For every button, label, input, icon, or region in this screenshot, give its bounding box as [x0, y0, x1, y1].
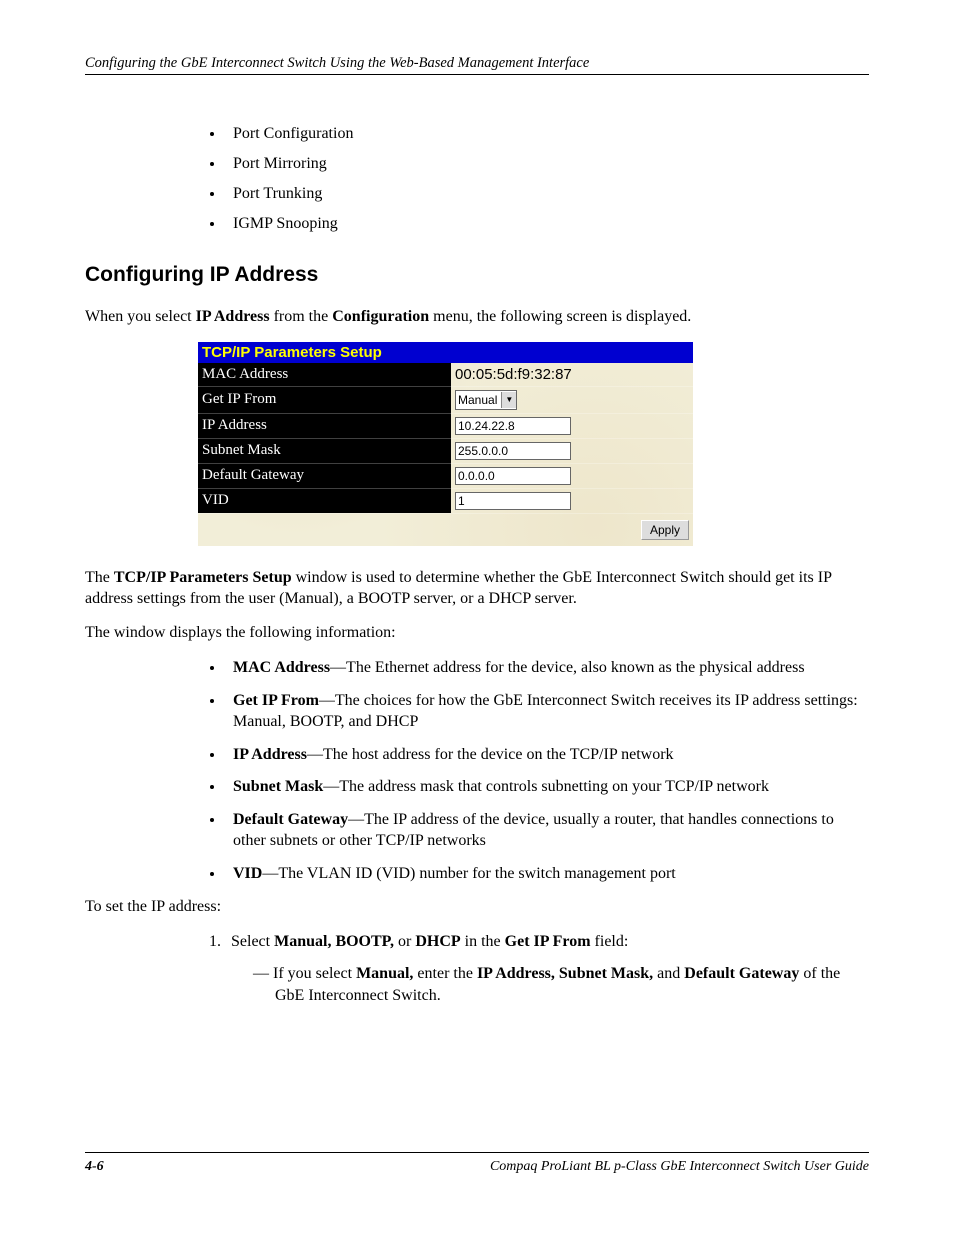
desc: —The address mask that controls subnetti…: [323, 778, 769, 795]
tcpip-setup-screenshot: TCP/IP Parameters Setup MAC Address 00:0…: [198, 342, 693, 546]
intro-paragraph: When you select IP Address from the Conf…: [85, 307, 869, 328]
text: from the: [270, 308, 333, 325]
page-number: 4-6: [85, 1159, 104, 1175]
list-item: Port Trunking: [225, 185, 869, 203]
text-bold: Manual,: [356, 965, 413, 982]
text-bold: Manual, BOOTP,: [274, 933, 394, 950]
get-ip-from-select[interactable]: Manual ▼: [455, 390, 517, 410]
panel-title: TCP/IP Parameters Setup: [198, 342, 693, 363]
field-description-list: MAC Address—The Ethernet address for the…: [225, 658, 869, 884]
vid-input[interactable]: [455, 492, 571, 510]
label-default-gateway: Default Gateway: [198, 463, 451, 488]
desc: —The choices for how the GbE Interconnec…: [233, 692, 858, 730]
text: or: [394, 933, 415, 950]
text-bold: Configuration: [332, 308, 429, 325]
text: enter the: [413, 965, 477, 982]
list-item: Default Gateway—The IP address of the de…: [225, 810, 869, 852]
text-bold: DHCP: [415, 933, 460, 950]
text-bold: IP Address: [196, 308, 270, 325]
default-gateway-input[interactable]: [455, 467, 571, 485]
paragraph: The window displays the following inform…: [85, 623, 869, 644]
term: IP Address: [233, 746, 307, 763]
label-mac-address: MAC Address: [198, 363, 451, 387]
header-text: Configuring the GbE Interconnect Switch …: [85, 55, 589, 71]
paragraph: The TCP/IP Parameters Setup window is us…: [85, 568, 869, 610]
label-vid: VID: [198, 488, 451, 513]
list-item: IGMP Snooping: [225, 215, 869, 233]
term: VID: [233, 865, 262, 882]
list-item: VID—The VLAN ID (VID) number for the swi…: [225, 864, 869, 885]
text: menu, the following screen is displayed.: [429, 308, 691, 325]
text-bold: Default Gateway: [684, 965, 799, 982]
list-item: Get IP From—The choices for how the GbE …: [225, 691, 869, 733]
desc: —The host address for the device on the …: [307, 746, 674, 763]
top-bullet-list: Port Configuration Port Mirroring Port T…: [225, 125, 869, 233]
value-mac-address: 00:05:5d:f9:32:87: [451, 363, 693, 387]
desc: —The Ethernet address for the device, al…: [330, 659, 805, 676]
desc: —The VLAN ID (VID) number for the switch…: [262, 865, 675, 882]
running-header: Configuring the GbE Interconnect Switch …: [85, 54, 869, 75]
label-get-ip-from: Get IP From: [198, 386, 451, 413]
paragraph: To set the IP address:: [85, 897, 869, 918]
select-value: Manual: [458, 393, 497, 407]
text-bold: TCP/IP Parameters Setup: [114, 569, 292, 586]
term: MAC Address: [233, 659, 330, 676]
text-bold: IP Address, Subnet Mask,: [477, 965, 653, 982]
label-ip-address: IP Address: [198, 413, 451, 438]
steps-list: Select Manual, BOOTP, or DHCP in the Get…: [203, 931, 869, 1006]
step-item: Select Manual, BOOTP, or DHCP in the Get…: [225, 931, 869, 1006]
label-subnet-mask: Subnet Mask: [198, 438, 451, 463]
chevron-down-icon: ▼: [501, 392, 516, 408]
footer-title: Compaq ProLiant BL p-Class GbE Interconn…: [490, 1159, 869, 1175]
subnet-mask-input[interactable]: [455, 442, 571, 460]
text: If you select: [273, 965, 356, 982]
text: and: [653, 965, 684, 982]
term: Default Gateway: [233, 811, 348, 828]
list-item: MAC Address—The Ethernet address for the…: [225, 658, 869, 679]
list-item: Port Mirroring: [225, 155, 869, 173]
list-item: IP Address—The host address for the devi…: [225, 745, 869, 766]
text: field:: [591, 933, 629, 950]
dash: —: [253, 965, 273, 982]
term: Get IP From: [233, 692, 319, 709]
ip-address-input[interactable]: [455, 417, 571, 435]
list-item: Port Configuration: [225, 125, 869, 143]
text: The: [85, 569, 114, 586]
term: Subnet Mask: [233, 778, 323, 795]
text: When you select: [85, 308, 196, 325]
text: Select: [231, 933, 274, 950]
list-item: Subnet Mask—The address mask that contro…: [225, 777, 869, 798]
substep: — If you select Manual, enter the IP Add…: [253, 963, 869, 1006]
apply-button[interactable]: Apply: [641, 520, 689, 540]
text-bold: Get IP From: [505, 933, 591, 950]
section-heading: Configuring IP Address: [85, 263, 869, 287]
text: in the: [461, 933, 505, 950]
page-footer: 4-6 Compaq ProLiant BL p-Class GbE Inter…: [85, 1152, 869, 1175]
